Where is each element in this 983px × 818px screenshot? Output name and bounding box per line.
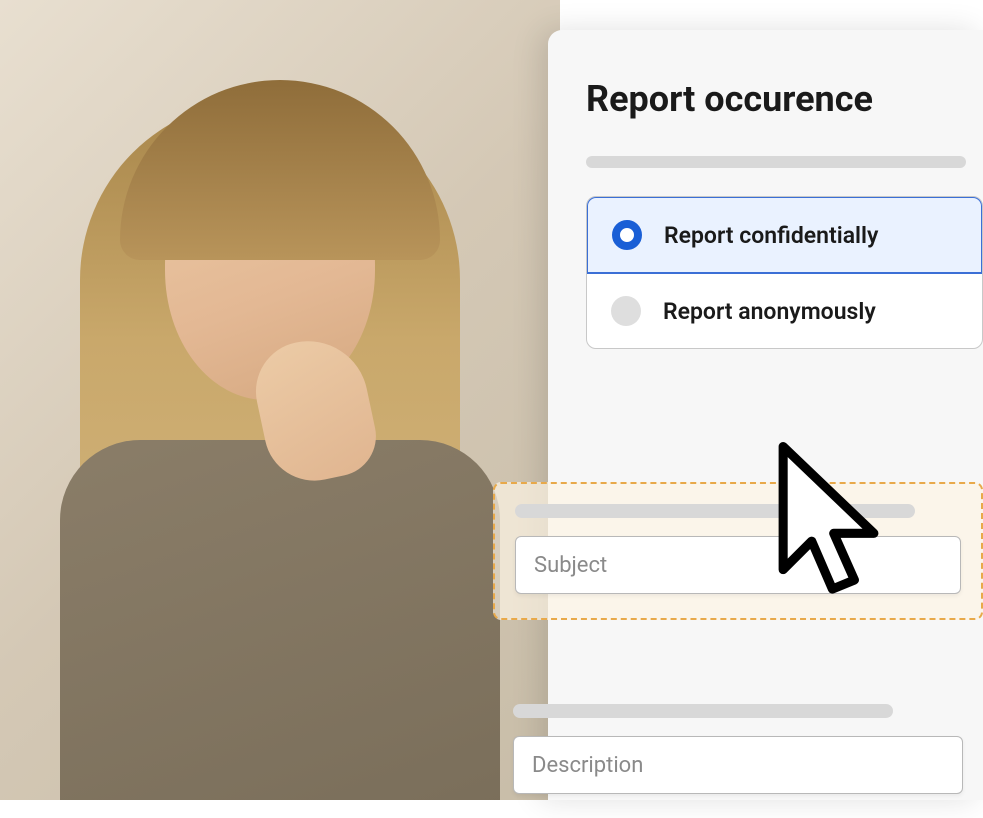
description-section: Description: [493, 684, 983, 818]
radio-unchecked-icon: [611, 296, 641, 326]
person-illustration: [0, 0, 560, 800]
skeleton-line: [586, 156, 966, 168]
input-placeholder: Subject: [534, 553, 607, 578]
cursor-arrow-icon: [770, 440, 900, 615]
report-form-panel: Report occurence Report confidentially R…: [548, 30, 983, 800]
option-label: Report anonymously: [663, 298, 876, 325]
option-report-confidentially[interactable]: Report confidentially: [586, 196, 983, 274]
background-photo: [0, 0, 560, 800]
input-placeholder: Description: [532, 753, 643, 778]
description-input[interactable]: Description: [513, 736, 963, 794]
option-report-anonymously[interactable]: Report anonymously: [587, 273, 982, 348]
subject-section-highlighted: Subject: [493, 482, 983, 620]
form-title: Report occurence: [586, 78, 983, 120]
option-label: Report confidentially: [664, 222, 878, 249]
radio-checked-icon: [612, 220, 642, 250]
skeleton-line: [513, 704, 893, 718]
report-type-radio-group: Report confidentially Report anonymously: [586, 196, 983, 349]
